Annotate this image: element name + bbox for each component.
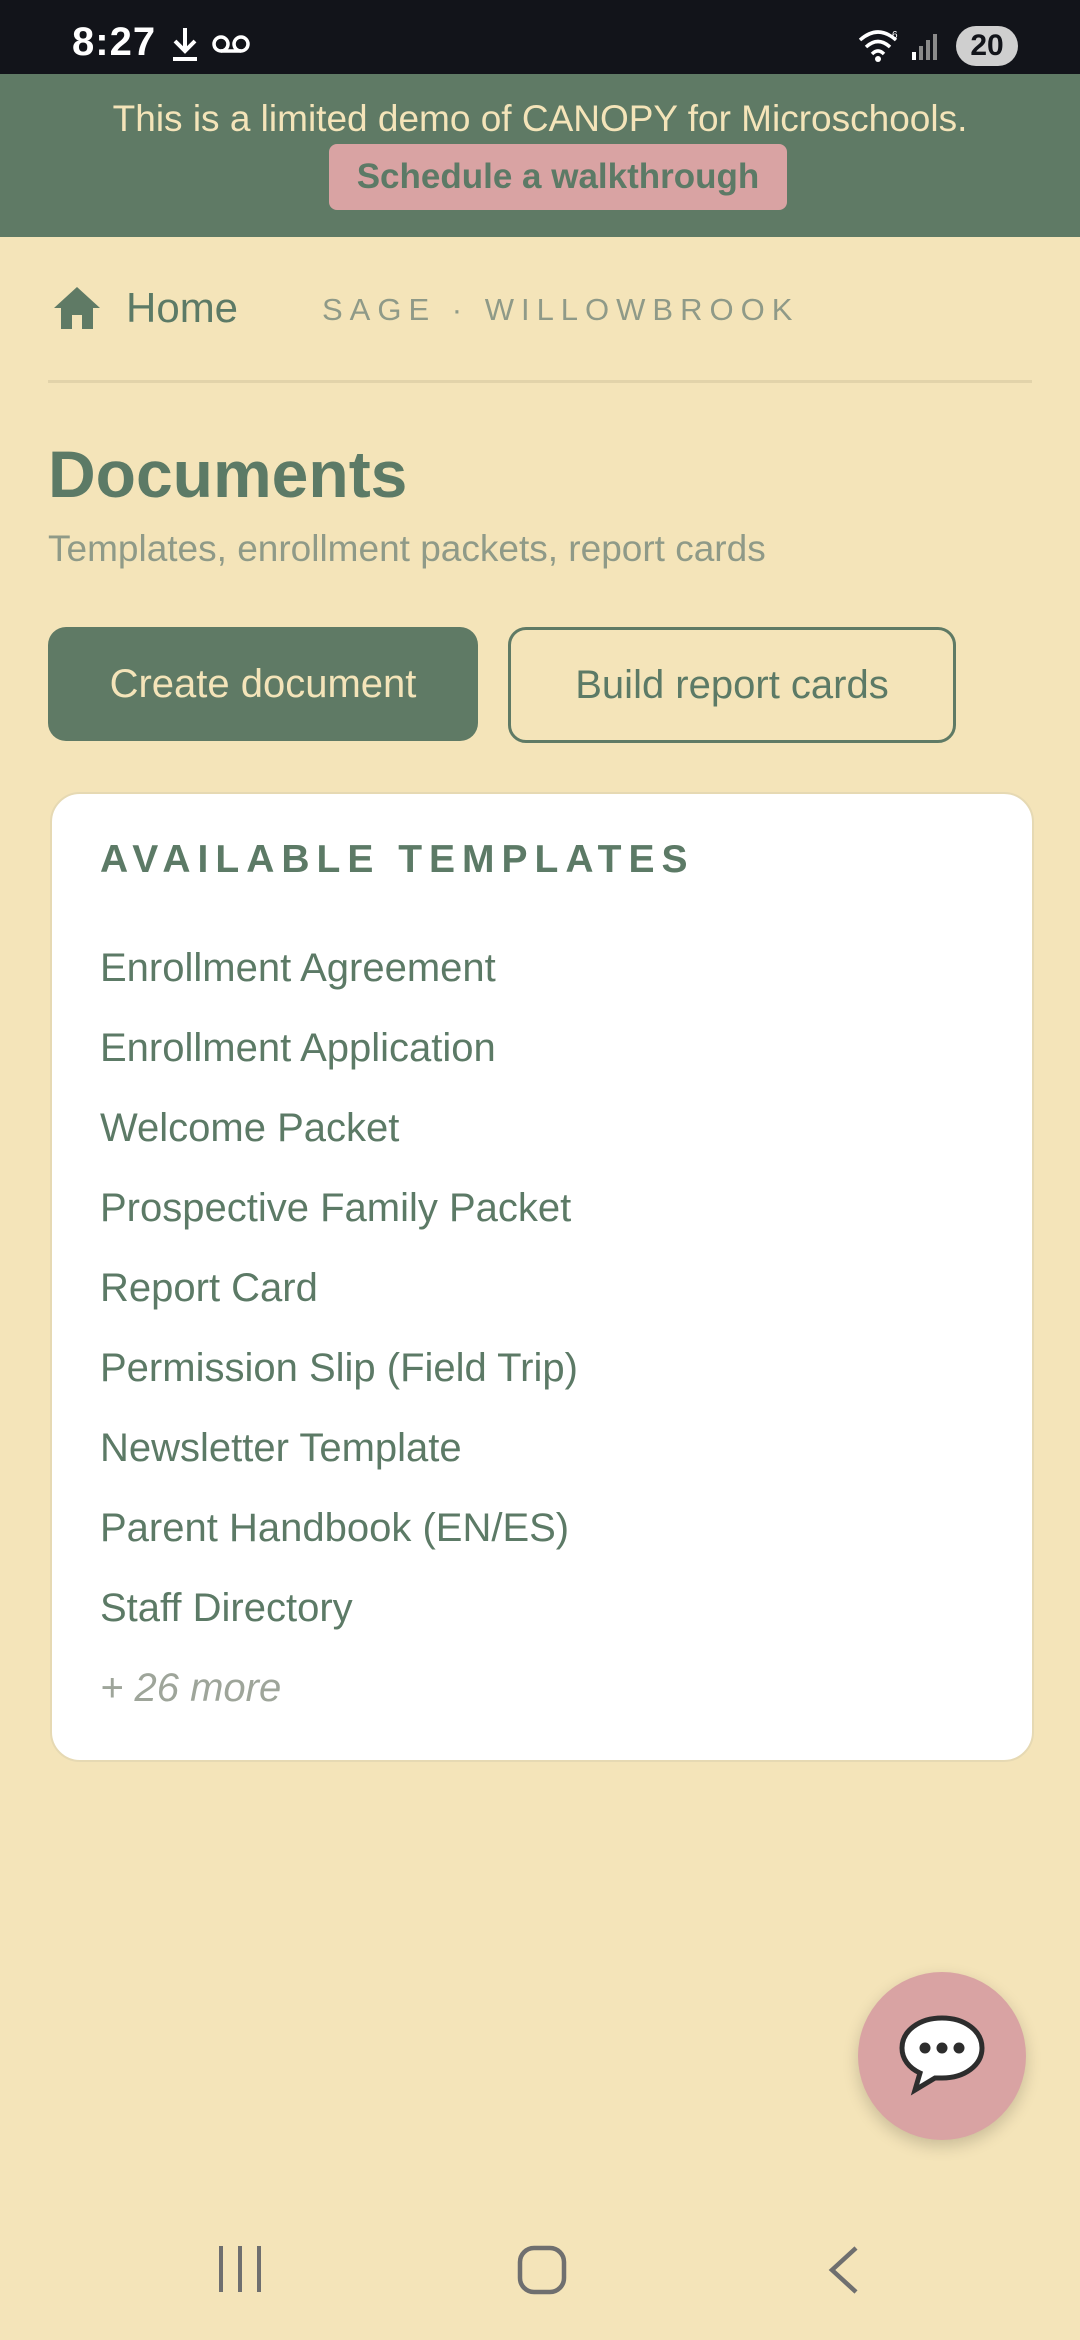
recent-apps-icon[interactable]	[216, 2242, 266, 2301]
chat-bubble-icon	[897, 2012, 987, 2101]
schedule-walkthrough-button[interactable]: Schedule a walkthrough	[329, 144, 787, 210]
template-item[interactable]: Permission Slip (Field Trip)	[100, 1328, 578, 1408]
page-subtitle: Templates, enrollment packets, report ca…	[48, 528, 766, 569]
templates-heading: AVAILABLE TEMPLATES	[100, 838, 695, 881]
voicemail-icon	[212, 34, 250, 59]
template-item[interactable]: Enrollment Agreement	[100, 928, 578, 1008]
demo-banner: This is a limited demo of CANOPY for Mic…	[0, 74, 1080, 237]
nav-home-icon[interactable]	[516, 2244, 568, 2301]
more-templates-link[interactable]: + 26 more	[100, 1648, 578, 1728]
wifi-icon: 6	[858, 28, 900, 67]
demo-banner-text: This is a limited demo of CANOPY for Mic…	[112, 98, 968, 139]
build-report-cards-button[interactable]: Build report cards	[508, 627, 956, 743]
home-link[interactable]: Home	[126, 284, 238, 332]
template-item[interactable]: Enrollment Application	[100, 1008, 578, 1088]
template-item[interactable]: Parent Handbook (EN/ES)	[100, 1488, 578, 1568]
back-icon[interactable]	[826, 2244, 862, 2301]
header-divider	[48, 380, 1032, 383]
template-item[interactable]: Staff Directory	[100, 1568, 578, 1648]
battery-indicator: 20	[956, 26, 1018, 66]
template-item[interactable]: Welcome Packet	[100, 1088, 578, 1168]
page-title: Documents	[48, 437, 408, 511]
school-label: SAGE · WILLOWBROOK	[322, 292, 800, 327]
signal-icon	[910, 30, 942, 67]
template-list: Enrollment Agreement Enrollment Applicat…	[100, 928, 578, 1728]
svg-text:6: 6	[892, 30, 898, 41]
template-item[interactable]: Newsletter Template	[100, 1408, 578, 1488]
templates-card: AVAILABLE TEMPLATES Enrollment Agreement…	[50, 792, 1034, 1762]
template-item[interactable]: Report Card	[100, 1248, 578, 1328]
template-item[interactable]: Prospective Family Packet	[100, 1168, 578, 1248]
create-document-button[interactable]: Create document	[48, 627, 478, 741]
chat-button[interactable]	[858, 1972, 1026, 2140]
home-icon[interactable]	[52, 285, 102, 336]
status-bar: 8:27 6 20	[0, 0, 1080, 74]
download-icon	[170, 26, 200, 67]
status-time: 8:27	[72, 20, 157, 64]
